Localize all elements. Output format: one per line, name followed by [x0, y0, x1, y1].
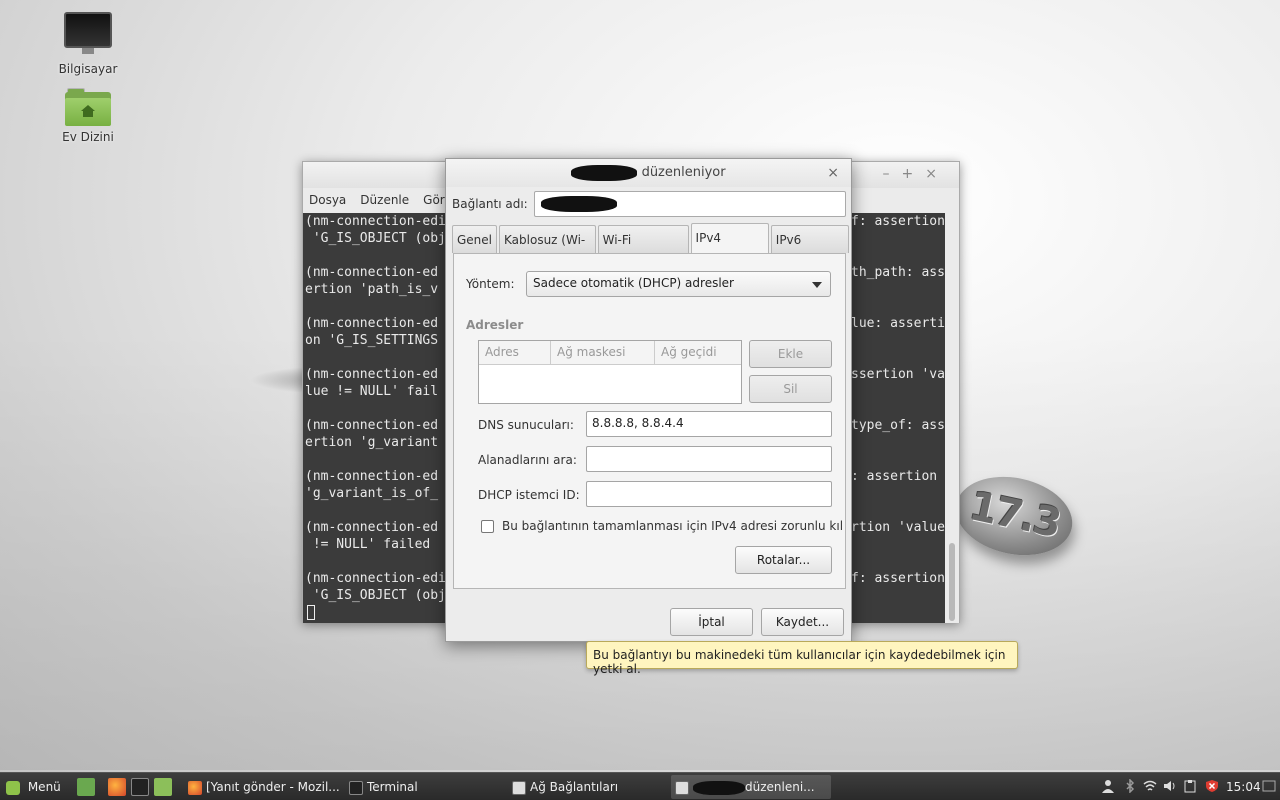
column-gateway[interactable]: Ağ geçidi [655, 341, 741, 364]
menu-label: Menü [27, 780, 61, 794]
user-icon[interactable] [1101, 779, 1115, 793]
computer-icon [64, 12, 112, 54]
maximize-icon[interactable]: + [902, 166, 926, 182]
firefox-icon [188, 780, 202, 795]
require-ipv4-checkbox[interactable] [481, 520, 494, 533]
dhcp-client-id-input[interactable] [586, 481, 832, 507]
search-domains-input[interactable] [586, 446, 832, 472]
terminal-line-fragment: th_path: ass [851, 265, 945, 280]
tab-wifi-security[interactable]: Wi-Fi Güvenliği [597, 225, 689, 275]
task-label: [Yanıt gönder - Mozil... [206, 780, 340, 794]
connection-name-row: Bağlantı adı: [452, 191, 846, 217]
firefox-icon[interactable] [108, 778, 126, 796]
terminal-scrollbar[interactable] [945, 213, 959, 623]
network-icon [675, 780, 689, 795]
terminal-cursor [307, 605, 315, 620]
close-icon[interactable]: × [925, 166, 949, 182]
task-label: Terminal [367, 780, 418, 794]
dialog-title: düzenleniyor [641, 165, 726, 180]
mint-logo-icon [6, 780, 20, 795]
desktop-icon-label: Bilgisayar [58, 62, 118, 76]
method-select[interactable]: Sadece otomatik (DHCP) adresler [526, 271, 831, 297]
terminal-line-fragment: : assertion [851, 469, 938, 484]
dhcp-client-id-label: DHCP istemci ID: [478, 488, 580, 502]
network-icon [512, 780, 526, 795]
save-tooltip: Bu bağlantıyı bu makinedeki tüm kullanıc… [586, 641, 1018, 676]
files-launcher-icon[interactable] [154, 778, 172, 796]
badge-text: 17.3 [965, 483, 1064, 548]
menu-file[interactable]: Dosya [309, 193, 346, 207]
redacted-connection-name [571, 164, 638, 181]
terminal-line-fragment: ssertion 'va [851, 367, 945, 382]
connection-name-input[interactable] [534, 191, 846, 217]
clipboard-icon[interactable] [1183, 779, 1197, 793]
addresses-title: Adresler [466, 318, 524, 332]
save-button[interactable]: Kaydet... [761, 608, 844, 636]
chevron-down-icon [812, 282, 822, 288]
tab-ipv6[interactable]: IPv6 Ayarları [770, 225, 850, 275]
cancel-button[interactable]: İptal [670, 608, 753, 636]
tab-ipv4[interactable]: IPv4 Ayarları [690, 223, 769, 273]
column-address[interactable]: Adres [479, 341, 551, 364]
task-label: düzenleni... [745, 780, 815, 794]
addresses-table-header: Adres Ağ maskesi Ağ geçidi [479, 341, 741, 365]
show-desktop-corner-icon[interactable] [1262, 779, 1276, 793]
connection-name-label: Bağlantı adı: [452, 197, 528, 211]
dns-input[interactable]: 8.8.8.8, 8.8.4.4 [586, 411, 832, 437]
dialog-titlebar[interactable]: düzenleniyor × [446, 159, 851, 187]
terminal-line-fragment: f: assertion [851, 214, 945, 229]
method-value: Sadece otomatik (DHCP) adresler [533, 276, 734, 290]
terminal-launcher-icon[interactable] [131, 778, 149, 796]
update-shield-icon[interactable] [1205, 779, 1219, 793]
desktop-icon-label: Ev Dizini [62, 130, 114, 144]
task-connection-editor[interactable]: düzenleni... [671, 775, 831, 799]
menu-edit[interactable]: Düzenle [360, 193, 409, 207]
method-label: Yöntem: [466, 277, 515, 291]
require-ipv4-label[interactable]: Bu bağlantının tamamlanması için IPv4 ad… [502, 519, 843, 533]
tab-wireless[interactable]: Kablosuz (Wi-Fi) [499, 225, 596, 275]
delete-address-button[interactable]: Sil [749, 375, 832, 403]
home-folder-icon [65, 88, 111, 126]
ipv4-settings-panel: Yöntem: Sadece otomatik (DHCP) adresler … [453, 253, 846, 589]
terminal-line-fragment: f: assertion [851, 571, 945, 586]
close-icon[interactable]: × [827, 159, 839, 187]
minimize-icon[interactable]: – [883, 166, 902, 182]
search-domains-label: Alanadlarını ara: [478, 453, 577, 467]
desktop-icon-home[interactable]: Ev Dizini [48, 88, 128, 144]
show-desktop-icon[interactable] [77, 778, 95, 796]
task-network-connections[interactable]: Ağ Bağlantıları [508, 775, 666, 799]
task-label: Ağ Bağlantıları [530, 780, 619, 794]
tab-general[interactable]: Genel [452, 225, 498, 253]
redacted-connection-name [693, 780, 745, 795]
bluetooth-icon[interactable] [1123, 779, 1137, 793]
dns-label: DNS sunucuları: [478, 418, 574, 432]
scrollbar-thumb[interactable] [949, 543, 955, 621]
addresses-table[interactable]: Adres Ağ maskesi Ağ geçidi [478, 340, 742, 404]
terminal-line-fragment: type_of: ass [851, 418, 945, 433]
terminal-icon [349, 780, 363, 795]
volume-icon[interactable] [1163, 779, 1177, 793]
connection-editor-dialog[interactable]: düzenleniyor × Bağlantı adı: Genel Kablo… [445, 158, 852, 642]
menu-button[interactable]: Menü [6, 776, 61, 798]
add-address-button[interactable]: Ekle [749, 340, 832, 368]
task-terminal[interactable]: Terminal [345, 775, 503, 799]
taskbar: Menü [Yanıt gönder - Mozil... Terminal A… [0, 772, 1280, 800]
tab-bar: Genel Kablosuz (Wi-Fi) Wi-Fi Güvenliği I… [452, 223, 851, 275]
desktop-icon-computer[interactable]: Bilgisayar [48, 12, 128, 76]
terminal-line-fragment: lue: asserti [851, 316, 945, 331]
task-firefox[interactable]: [Yanıt gönder - Mozil... [184, 775, 342, 799]
column-netmask[interactable]: Ağ maskesi [551, 341, 655, 364]
clock[interactable]: 15:04 [1226, 776, 1261, 798]
wifi-icon[interactable] [1143, 779, 1157, 793]
terminal-line-fragment: rtion 'value [851, 520, 945, 535]
redacted-connection-name [541, 196, 617, 212]
routes-button[interactable]: Rotalar... [735, 546, 832, 574]
window-controls: –+× [883, 166, 949, 182]
